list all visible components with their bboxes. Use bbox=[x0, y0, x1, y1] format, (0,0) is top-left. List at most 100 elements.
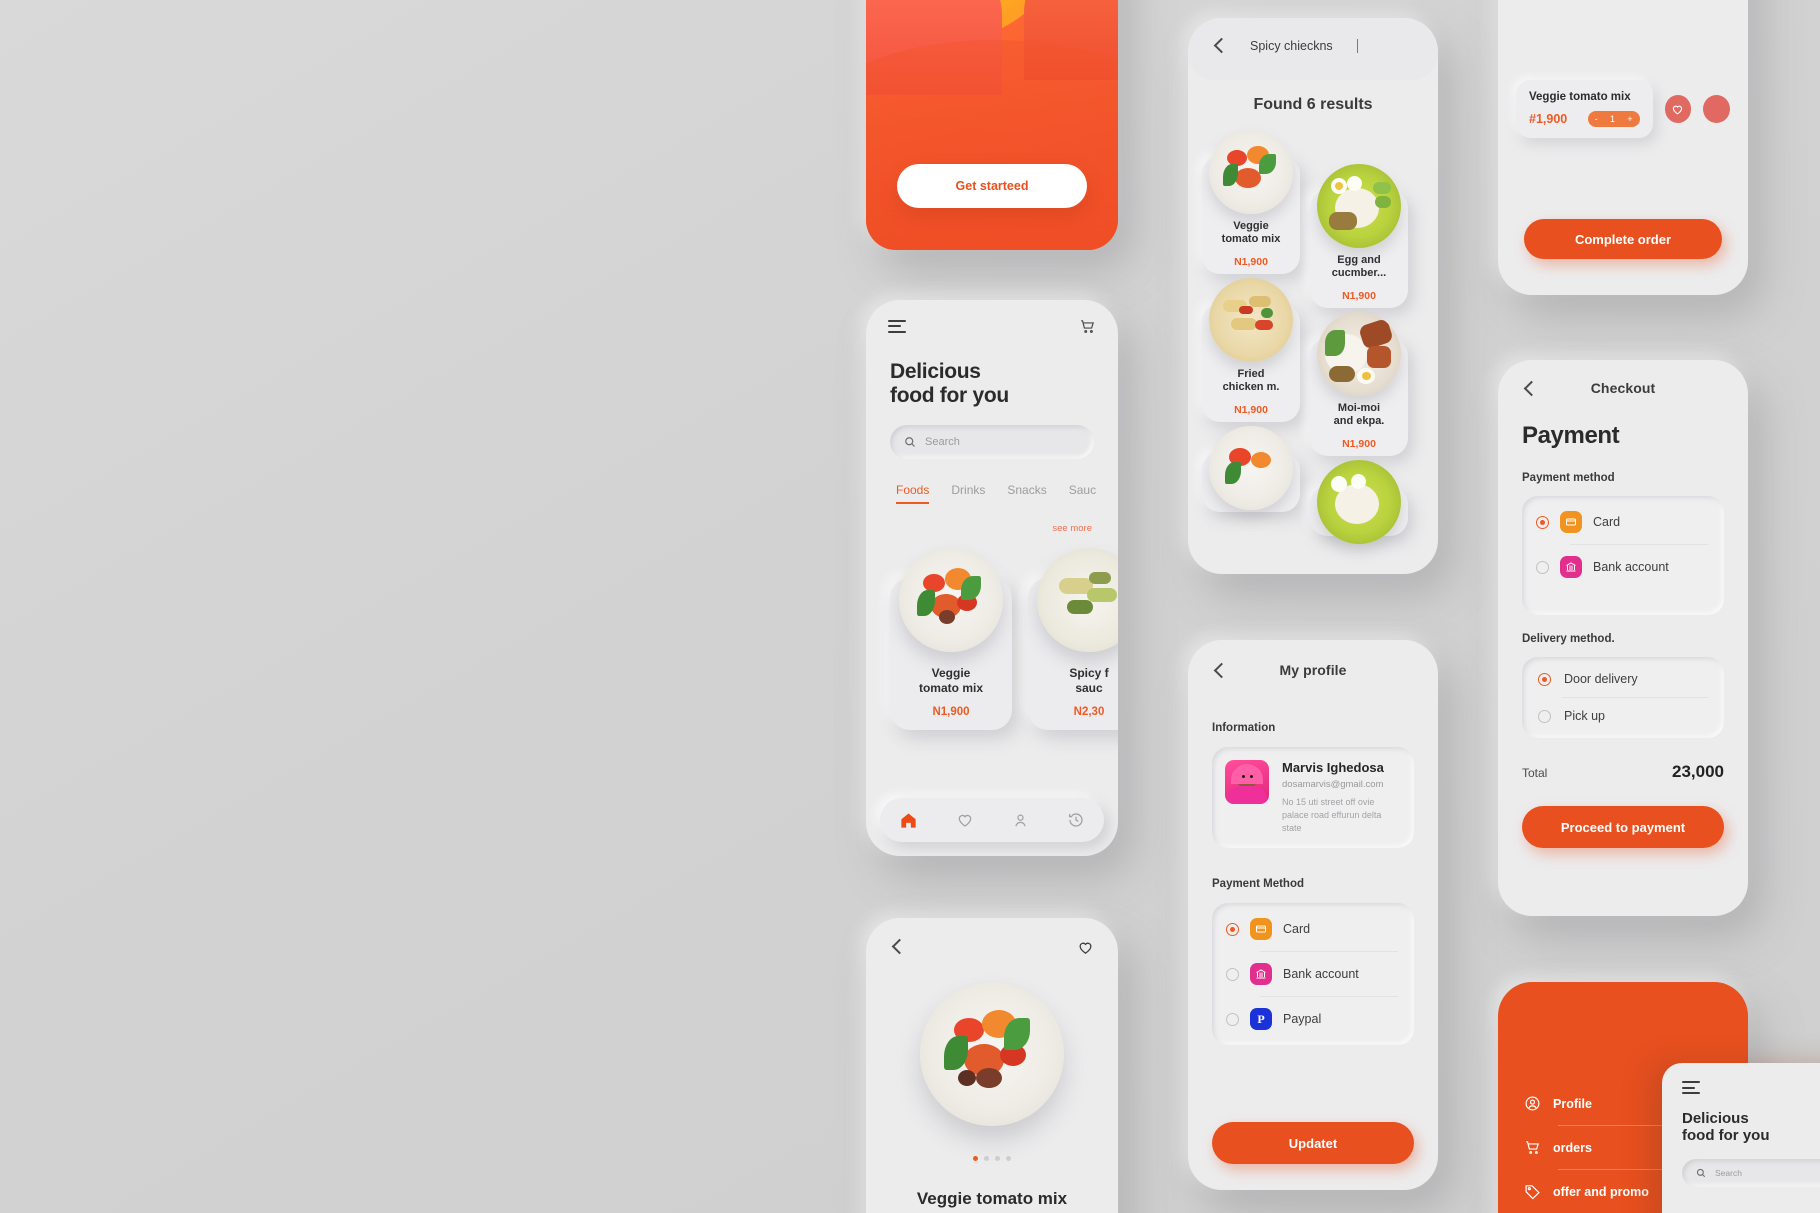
update-button[interactable]: Updatet bbox=[1212, 1122, 1414, 1164]
carousel-dot[interactable] bbox=[995, 1156, 1000, 1161]
carousel-dot[interactable] bbox=[984, 1156, 989, 1161]
hamburger-icon[interactable] bbox=[1682, 1081, 1700, 1094]
food-card-price: N2,30 bbox=[1073, 706, 1105, 719]
peek-search-input[interactable]: Search bbox=[1682, 1158, 1820, 1187]
payment-option-bank[interactable]: Bank account bbox=[1212, 952, 1414, 996]
carousel-dots[interactable] bbox=[866, 1156, 1118, 1161]
profile-topbar: My profile bbox=[1188, 640, 1438, 702]
results-column-left: Veggietomato mix N1,900 Friedchicken m bbox=[1202, 130, 1300, 536]
food-card-price: N1,900 bbox=[932, 706, 970, 719]
search-query-value[interactable]: Spicy chieckns bbox=[1250, 39, 1333, 53]
carousel-dot[interactable] bbox=[1006, 1156, 1011, 1161]
result-price: N1,900 bbox=[1234, 404, 1268, 416]
order-total: Total 23,000 bbox=[1498, 738, 1748, 782]
person-icon[interactable] bbox=[1012, 812, 1029, 829]
delivery-method-label: Delivery method. bbox=[1522, 633, 1615, 645]
payment-option-bank[interactable]: Bank account bbox=[1522, 545, 1724, 589]
tab-foods[interactable]: Foods bbox=[896, 483, 930, 505]
payment-option-label: Bank account bbox=[1593, 560, 1669, 574]
user-address: No 15 uti street off ovie palace road ef… bbox=[1282, 797, 1382, 834]
cart-item[interactable]: Veggie tomato mix #1,900 - 1 + bbox=[1516, 80, 1653, 138]
result-price: N1,900 bbox=[1342, 290, 1376, 302]
result-title: Fried chicken m. bbox=[1222, 368, 1280, 394]
food-image bbox=[1037, 548, 1118, 653]
proceed-to-payment-button[interactable]: Proceed to payment bbox=[1522, 806, 1724, 848]
home-heading: Delicious food for you bbox=[866, 352, 1118, 407]
delivery-method-list: Door delivery Pick up bbox=[1522, 657, 1724, 738]
result-card[interactable]: Veggie tomato mix N1,900 bbox=[1202, 130, 1300, 274]
home-icon[interactable] bbox=[899, 811, 918, 830]
favorite-button[interactable] bbox=[1664, 95, 1692, 123]
heart-icon bbox=[1673, 105, 1683, 114]
food-image bbox=[1317, 460, 1401, 544]
detail-title: Veggie tomato mix bbox=[916, 1189, 1068, 1208]
hamburger-icon[interactable] bbox=[888, 319, 906, 333]
radio-card[interactable] bbox=[1226, 922, 1239, 936]
tab-snacks[interactable]: Snacks bbox=[1007, 483, 1046, 504]
result-card[interactable]: Egg and cucmber... N1,900 bbox=[1310, 164, 1408, 308]
qty-increase[interactable]: + bbox=[1627, 114, 1632, 124]
result-card[interactable]: Moi-moi and ekpa. N1,900 bbox=[1310, 312, 1408, 456]
secondary-action-button[interactable] bbox=[1703, 95, 1731, 123]
radio-bank[interactable] bbox=[1226, 967, 1239, 981]
cart-icon[interactable] bbox=[1079, 318, 1096, 335]
payment-option-card[interactable]: Card bbox=[1212, 907, 1414, 951]
complete-order-button[interactable]: Complete order bbox=[1524, 219, 1722, 259]
food-image bbox=[920, 982, 1064, 1126]
payment-option-label: Bank account bbox=[1283, 967, 1359, 982]
result-title: Veggie tomato mix bbox=[1221, 220, 1281, 246]
cart-item-name: Veggie tomato mix bbox=[1529, 91, 1631, 103]
search-results-screen: Spicy chieckns Found 6 results Veggie tom… bbox=[1188, 18, 1438, 574]
peek-title-line2: food for you bbox=[1682, 1127, 1770, 1145]
back-chevron-icon[interactable] bbox=[1212, 38, 1228, 54]
food-card[interactable]: Veggie tomato mix N1,900 bbox=[890, 548, 1012, 731]
see-more-link[interactable]: see more bbox=[1052, 523, 1092, 534]
delivery-method-section: Delivery method. Door delivery Pick up bbox=[1498, 615, 1748, 738]
results-count: Found 6 results bbox=[1253, 96, 1373, 113]
carousel-dot[interactable] bbox=[973, 1156, 978, 1161]
result-card[interactable]: Fried chicken m. N1,900 bbox=[1202, 278, 1300, 422]
food-card-carousel[interactable]: Veggie tomato mix N1,900 Spicy f sauc N2,3… bbox=[866, 536, 1118, 731]
peek-title-line1: Delicious bbox=[1682, 1110, 1749, 1127]
quantity-stepper[interactable]: - 1 + bbox=[1587, 111, 1640, 127]
radio-card[interactable] bbox=[1536, 515, 1549, 529]
heart-icon[interactable] bbox=[956, 811, 974, 829]
delivery-option-door[interactable]: Door delivery bbox=[1522, 661, 1724, 697]
delivery-option-pickup[interactable]: Pick up bbox=[1522, 698, 1724, 734]
page-title-line2: food for you bbox=[890, 383, 1009, 407]
payment-option-card[interactable]: Card bbox=[1522, 500, 1724, 544]
screenshot-canvas: Get starteed Delicious food for you Sear… bbox=[0, 0, 1820, 1213]
food-detail-screen: Veggie tomato mix bbox=[866, 918, 1118, 1213]
results-searchbar[interactable]: Spicy chieckns bbox=[1188, 18, 1438, 74]
food-card-title: Spicy f sauc bbox=[1069, 666, 1109, 695]
result-card[interactable] bbox=[1310, 460, 1408, 544]
profile-screen: My profile Information Marvis Ighedosa d… bbox=[1188, 640, 1438, 1190]
see-more-wrap: see more bbox=[866, 504, 1118, 536]
cart-icon bbox=[1526, 1141, 1539, 1154]
category-tabs: Foods Drinks Snacks Sauc bbox=[888, 483, 1118, 505]
radio-door-delivery[interactable] bbox=[1538, 672, 1551, 686]
payment-option-paypal[interactable]: P Paypal bbox=[1212, 997, 1414, 1041]
food-card[interactable]: Spicy f sauc N2,30 bbox=[1028, 548, 1118, 731]
radio-paypal[interactable] bbox=[1226, 1012, 1239, 1026]
radio-pick-up[interactable] bbox=[1538, 709, 1551, 723]
get-started-button[interactable]: Get starteed bbox=[897, 164, 1087, 208]
history-icon[interactable] bbox=[1067, 811, 1085, 829]
tab-sauces[interactable]: Sauc bbox=[1069, 483, 1096, 504]
heart-icon[interactable] bbox=[1077, 939, 1094, 956]
qty-decrease[interactable]: - bbox=[1595, 114, 1598, 124]
total-value: 23,000 bbox=[1672, 762, 1724, 781]
result-card[interactable] bbox=[1202, 426, 1300, 512]
drawer-peek-home-screen[interactable]: Delicious food for you Search bbox=[1662, 1063, 1820, 1213]
back-chevron-icon[interactable] bbox=[890, 939, 906, 955]
user-info-card[interactable]: Marvis Ighedosa dosamarvis@gmail.com No … bbox=[1212, 747, 1414, 849]
information-section: Information Marvis Ighedosa dosamarvis@g… bbox=[1188, 702, 1438, 849]
back-chevron-icon[interactable] bbox=[1522, 381, 1538, 397]
payment-method-list: Card Bank account P Paypal bbox=[1212, 903, 1414, 1046]
radio-bank[interactable] bbox=[1536, 560, 1549, 574]
tab-drinks[interactable]: Drinks bbox=[951, 483, 985, 504]
food-image bbox=[1209, 278, 1293, 362]
search-input[interactable]: Search bbox=[890, 425, 1094, 460]
back-chevron-icon[interactable] bbox=[1212, 663, 1228, 679]
delivery-option-label: Pick up bbox=[1564, 709, 1605, 723]
